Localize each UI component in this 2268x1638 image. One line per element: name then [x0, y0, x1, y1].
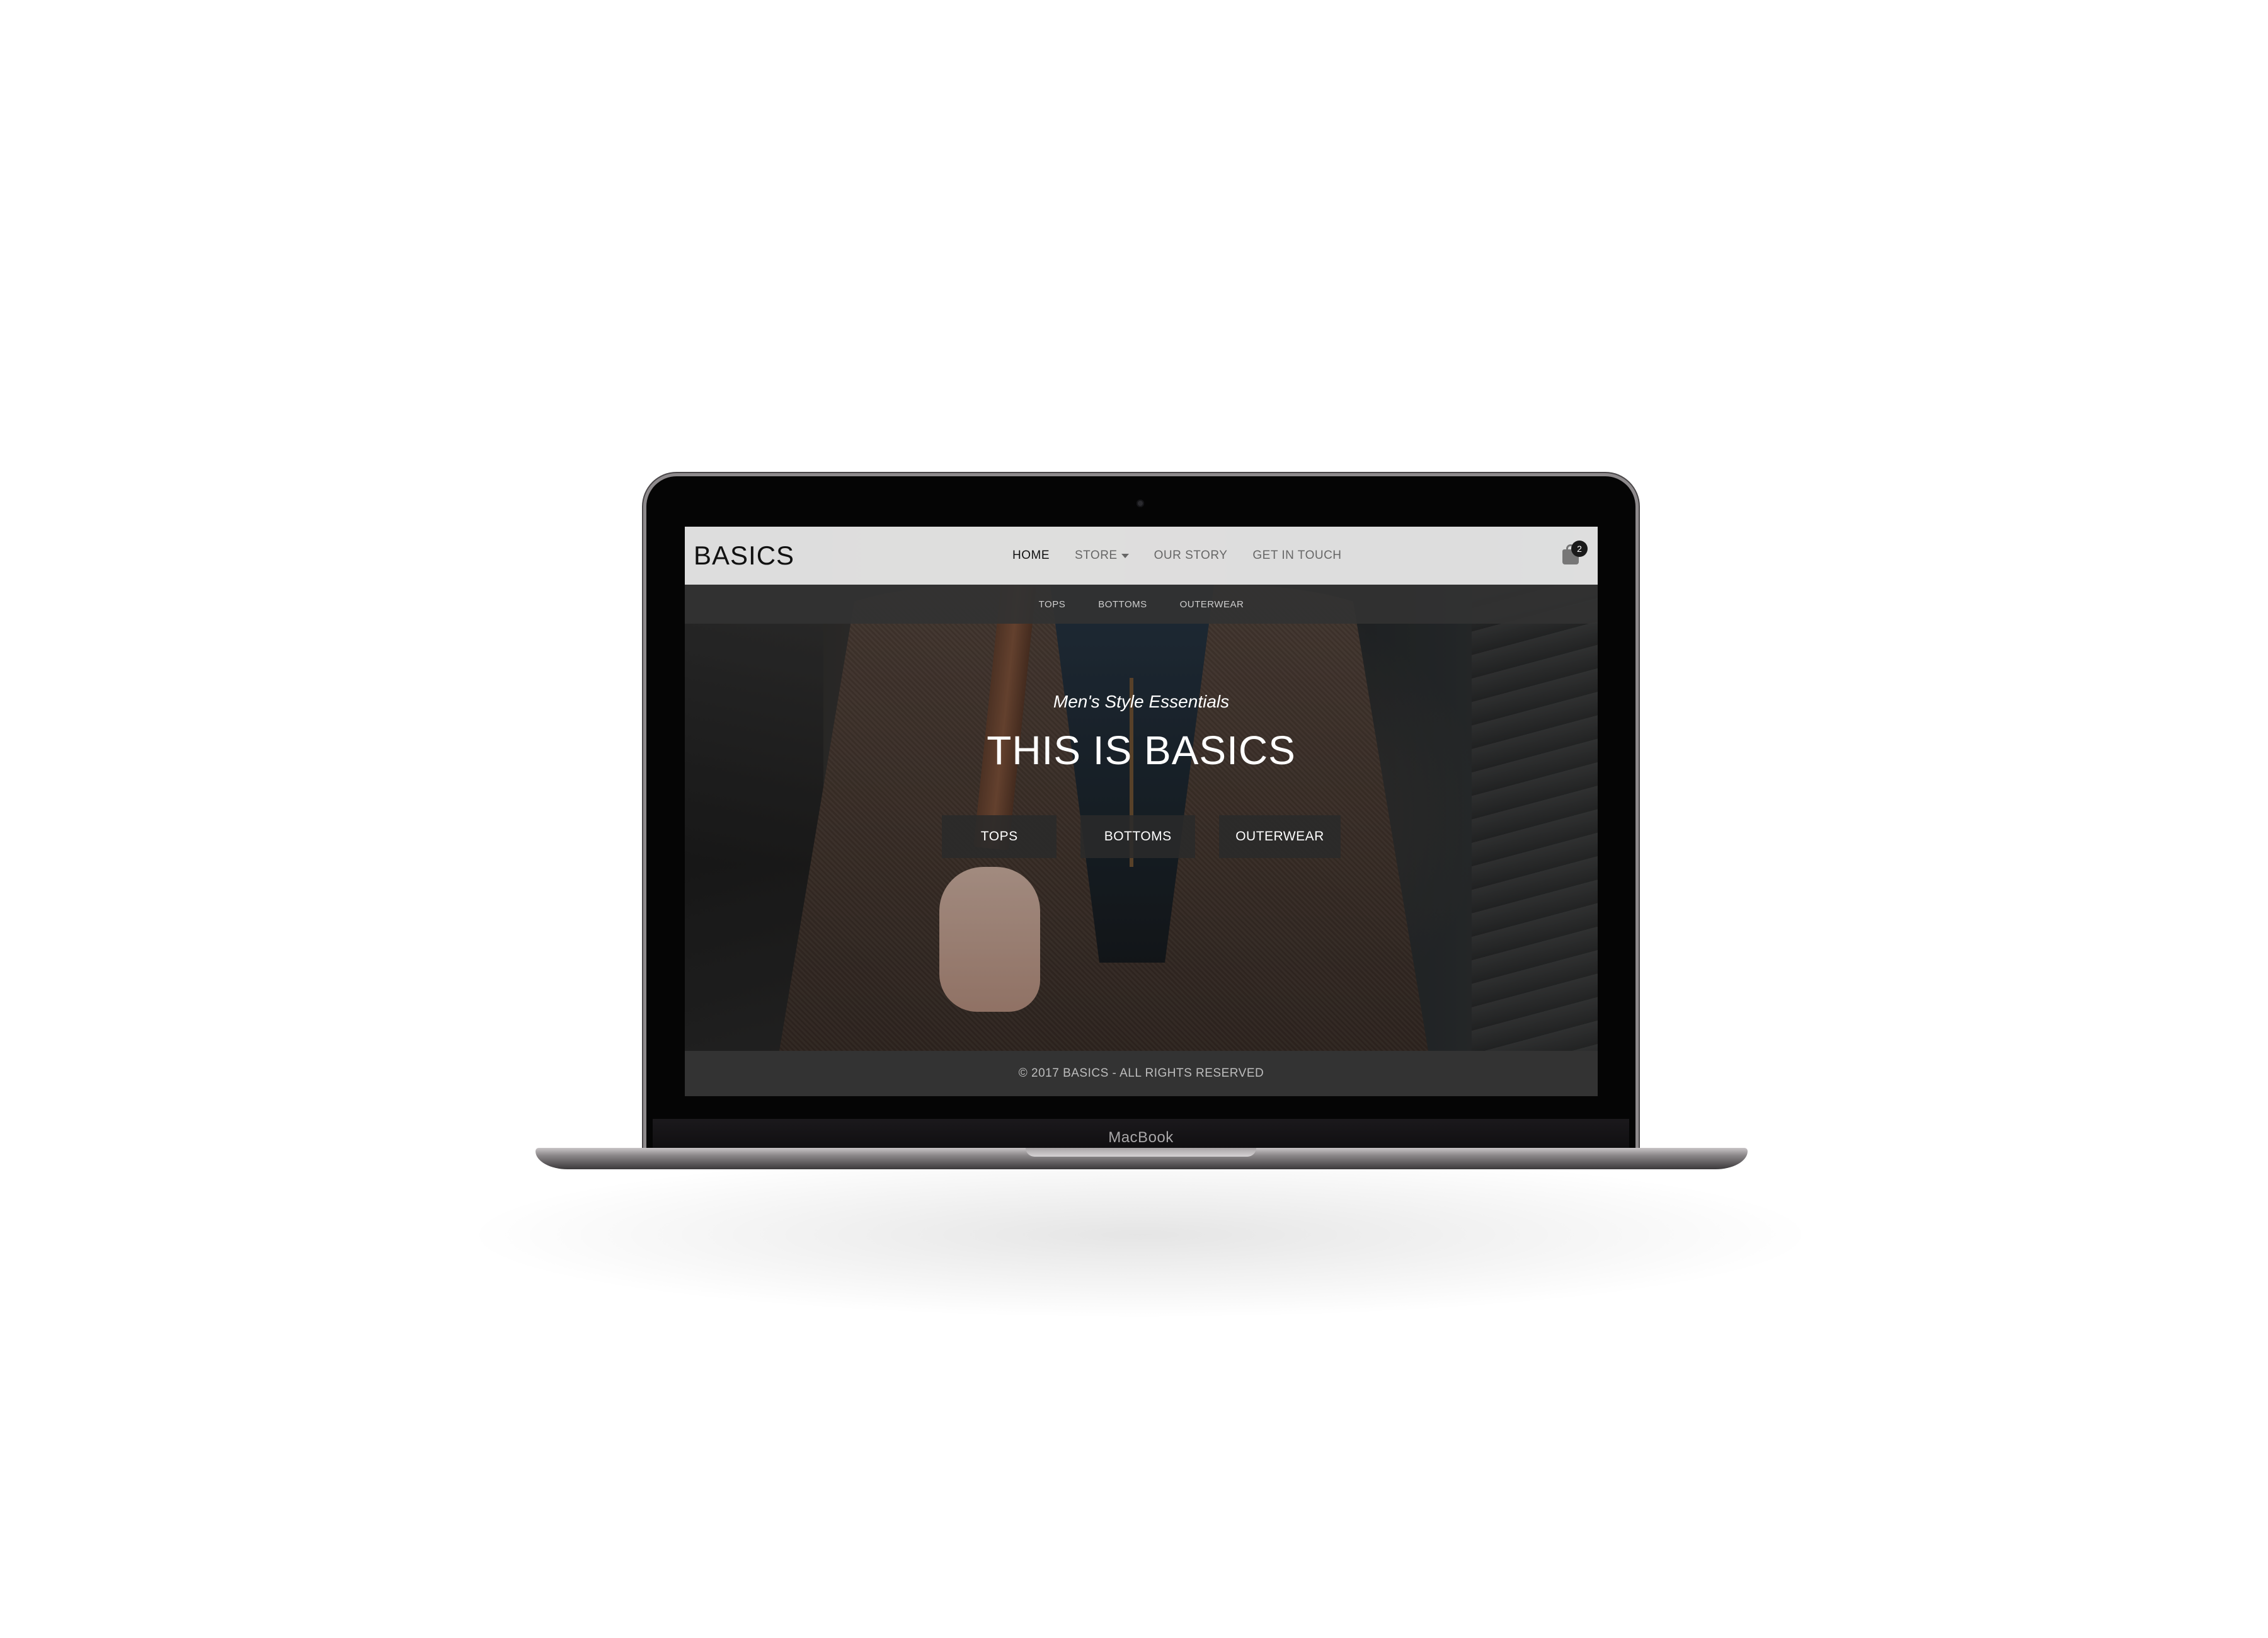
browser-viewport: Men's Style Essentials THIS IS BASICS TO…	[685, 527, 1598, 1096]
subnav-bottoms[interactable]: BOTTOMS	[1098, 599, 1147, 610]
device-shadow	[479, 1153, 1802, 1317]
hero-headline: THIS IS BASICS	[987, 728, 1296, 773]
nav-home[interactable]: HOME	[1012, 549, 1050, 563]
outerwear-button[interactable]: OUTERWEAR	[1219, 815, 1341, 858]
device-label: MacBook	[1108, 1129, 1174, 1146]
nav-our-story[interactable]: OUR STORY	[1154, 549, 1228, 563]
caret-down-icon	[1121, 553, 1129, 558]
main-nav: HOME STORE OUR STORY GET IN TOUCH	[1012, 527, 1342, 585]
nav-home-label: HOME	[1012, 549, 1050, 562]
nav-get-in-touch-label: GET IN TOUCH	[1252, 549, 1342, 562]
sub-navbar: TOPS BOTTOMS OUTERWEAR	[685, 585, 1598, 624]
top-navbar: BASICS HOME STORE OUR STORY GET IN TOUCH…	[685, 527, 1598, 585]
bottoms-button[interactable]: BOTTOMS	[1080, 815, 1196, 858]
site-logo[interactable]: BASICS	[694, 541, 794, 571]
subnav-outerwear[interactable]: OUTERWEAR	[1180, 599, 1244, 610]
cart-button[interactable]: 2	[1560, 541, 1588, 568]
hero-tagline: Men's Style Essentials	[1053, 692, 1230, 711]
nav-our-story-label: OUR STORY	[1154, 549, 1228, 562]
laptop-hinge-notch	[1026, 1148, 1256, 1157]
nav-get-in-touch[interactable]: GET IN TOUCH	[1252, 549, 1341, 563]
webcam	[1137, 500, 1144, 507]
cart-count-badge: 2	[1571, 541, 1588, 557]
nav-store-label: STORE	[1075, 549, 1118, 562]
site-footer: © 2017 BASICS - ALL RIGHTS RESERVED	[685, 1051, 1598, 1096]
subnav-tops[interactable]: TOPS	[1039, 599, 1066, 610]
nav-store[interactable]: STORE	[1075, 549, 1129, 563]
tops-button[interactable]: TOPS	[942, 815, 1057, 858]
hero-button-row: TOPS BOTTOMS OUTERWEAR	[685, 815, 1598, 858]
copyright-text: © 2017 BASICS - ALL RIGHTS RESERVED	[1018, 1067, 1264, 1080]
